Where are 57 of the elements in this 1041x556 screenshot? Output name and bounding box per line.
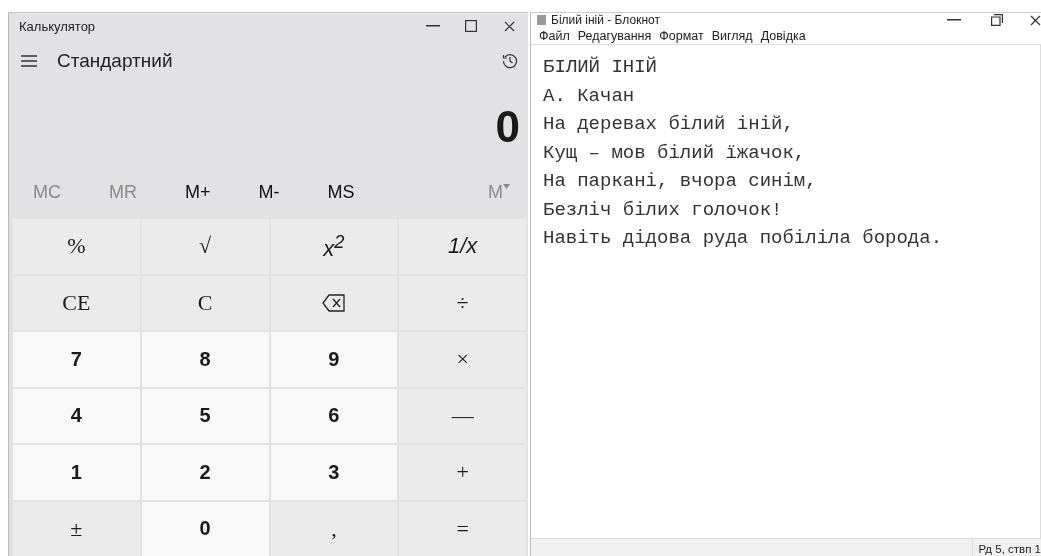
menu-button[interactable]: [21, 55, 37, 67]
digit-key[interactable]: 2: [141, 445, 269, 500]
digit-key[interactable]: 3: [270, 445, 398, 500]
menu-icon: [21, 55, 37, 67]
minimize-icon: [947, 19, 961, 21]
memory-button[interactable]: MS: [327, 181, 355, 203]
notepad-icon: [537, 15, 546, 25]
menu-item[interactable]: Формат: [659, 28, 704, 43]
menu-item[interactable]: Файл: [539, 28, 570, 43]
menu-item[interactable]: Вигляд: [711, 28, 753, 43]
operator-key[interactable]: x$^{2}$: [270, 219, 398, 274]
text-line: БІЛИЙ ІНІЙ: [543, 55, 659, 80]
operator-key[interactable]: √: [141, 219, 269, 274]
text-line: На паркані, вчора синім,: [543, 169, 818, 194]
menu-item[interactable]: Редагування: [577, 28, 652, 43]
text-line: Навіть дідова руда побіліла борода.: [543, 226, 944, 251]
operator-key[interactable]: —: [399, 388, 526, 443]
cursor-position: Рд 5, ствп 1: [971, 539, 1041, 556]
close-icon: [503, 20, 515, 32]
menu-item[interactable]: Довідка: [760, 28, 806, 43]
memory-button[interactable]: M-: [258, 181, 280, 203]
memory-button[interactable]: M+: [185, 181, 211, 203]
digit-key[interactable]: 8: [141, 332, 269, 387]
history-icon: [502, 53, 518, 69]
digit-key[interactable]: 4: [13, 388, 140, 443]
backspace-icon: [321, 293, 346, 312]
digit-key[interactable]: 9: [270, 332, 398, 387]
operator-key[interactable]: =: [399, 501, 526, 556]
digit-key[interactable]: 7: [13, 332, 140, 387]
text-line: На деревах білий іній,: [543, 112, 795, 137]
operator-key[interactable]: C: [141, 275, 269, 330]
operator-key[interactable]: ÷: [399, 275, 526, 330]
digit-key[interactable]: 6: [270, 388, 398, 443]
history-button[interactable]: [502, 53, 518, 69]
maximize-icon: [465, 20, 477, 32]
operator-key[interactable]: 1/x: [399, 219, 526, 274]
operator-key[interactable]: ×: [399, 332, 526, 387]
operator-key[interactable]: +: [399, 445, 526, 500]
text-line: Безліч білих голочок!: [543, 197, 784, 223]
text-line: А. Качан: [543, 83, 636, 109]
window-title: Калькулятор: [19, 18, 97, 34]
digit-key[interactable]: 0: [141, 501, 269, 556]
text-line: Кущ – мов білий їжачок,: [543, 140, 807, 166]
operator-key[interactable]: %: [13, 219, 140, 274]
backspace-key[interactable]: [270, 275, 398, 330]
restore-icon: [991, 14, 1003, 26]
operator-key[interactable]: ±: [13, 501, 140, 556]
result-display: 0: [495, 102, 520, 152]
window-title: Білий іній - Блокнот: [551, 13, 661, 27]
operator-key[interactable]: ,: [270, 501, 398, 556]
minimize-icon: [426, 25, 440, 27]
caret-icon: [503, 183, 510, 189]
operator-key[interactable]: CE: [13, 275, 140, 330]
close-icon: [1030, 14, 1041, 26]
digit-key[interactable]: 1: [13, 445, 140, 500]
mode-title: Стандартний: [57, 50, 174, 72]
digit-key[interactable]: 5: [141, 388, 269, 443]
